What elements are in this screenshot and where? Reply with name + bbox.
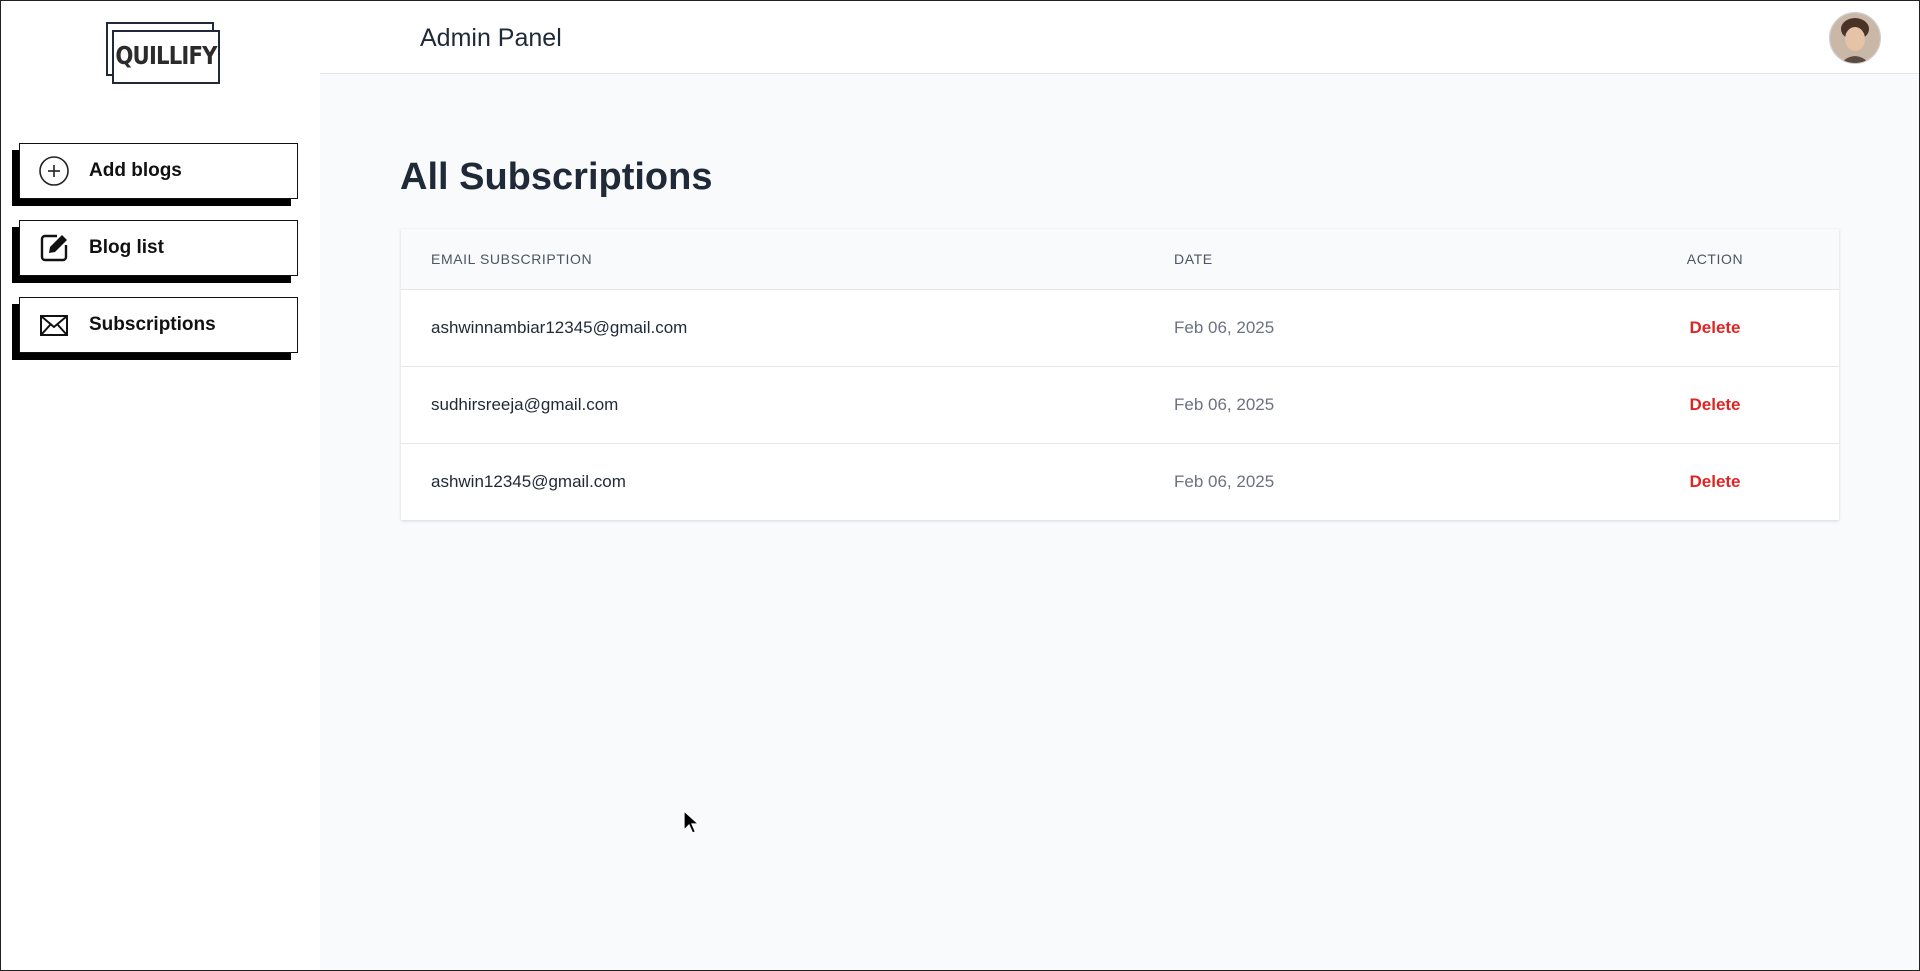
- mail-icon: [37, 308, 71, 342]
- delete-button[interactable]: Delete: [1689, 318, 1740, 338]
- action-cell: Delete: [1617, 444, 1813, 520]
- column-header-action: Action: [1686, 251, 1744, 267]
- quillify-logo[interactable]: QUILLIFY: [106, 22, 228, 90]
- page-title: All Subscriptions: [400, 156, 713, 198]
- sidebar-item-label: Add blogs: [89, 160, 182, 181]
- date-cell: Feb 06, 2025: [1174, 395, 1275, 414]
- sidebar-item-blog-list[interactable]: Blog list: [19, 220, 298, 276]
- date-cell: Feb 06, 2025: [1174, 318, 1275, 337]
- action-cell: Delete: [1617, 290, 1813, 366]
- email-cell: ashwin12345@gmail.com: [431, 472, 626, 491]
- subscriptions-table: Email subscription Date Action ashwinnam…: [401, 229, 1839, 520]
- delete-button[interactable]: Delete: [1689, 395, 1740, 415]
- sidebar-item-subscriptions[interactable]: Subscriptions: [19, 297, 298, 353]
- logo-text: QUILLIFY: [115, 40, 217, 70]
- top-bar: Admin Panel: [320, 0, 1920, 74]
- avatar[interactable]: [1829, 12, 1881, 64]
- sidebar-item-label: Blog list: [89, 237, 164, 258]
- date-cell: Feb 06, 2025: [1174, 472, 1275, 491]
- column-header-date: Date: [1174, 251, 1213, 267]
- sidebar: QUILLIFY Add blogs Blog list Subscriptio…: [0, 0, 320, 971]
- plus-circle-icon: [37, 154, 71, 188]
- sidebar-item-label: Subscriptions: [89, 314, 216, 335]
- edit-icon: [37, 231, 71, 265]
- main-content: All Subscriptions Email subscription Dat…: [320, 74, 1920, 971]
- column-header-email: Email subscription: [431, 251, 593, 267]
- sidebar-item-add-blogs[interactable]: Add blogs: [19, 143, 298, 199]
- email-cell: sudhirsreeja@gmail.com: [431, 395, 619, 414]
- table-row: ashwinnambiar12345@gmail.com Feb 06, 202…: [401, 289, 1839, 366]
- table-row: ashwin12345@gmail.com Feb 06, 2025 Delet…: [401, 443, 1839, 520]
- mouse-cursor-icon: [683, 809, 701, 841]
- table-row: sudhirsreeja@gmail.com Feb 06, 2025 Dele…: [401, 366, 1839, 443]
- delete-button[interactable]: Delete: [1689, 472, 1740, 492]
- table-header-row: Email subscription Date Action: [401, 229, 1839, 289]
- page-header-title: Admin Panel: [420, 24, 562, 52]
- action-cell: Delete: [1617, 367, 1813, 443]
- email-cell: ashwinnambiar12345@gmail.com: [431, 318, 688, 337]
